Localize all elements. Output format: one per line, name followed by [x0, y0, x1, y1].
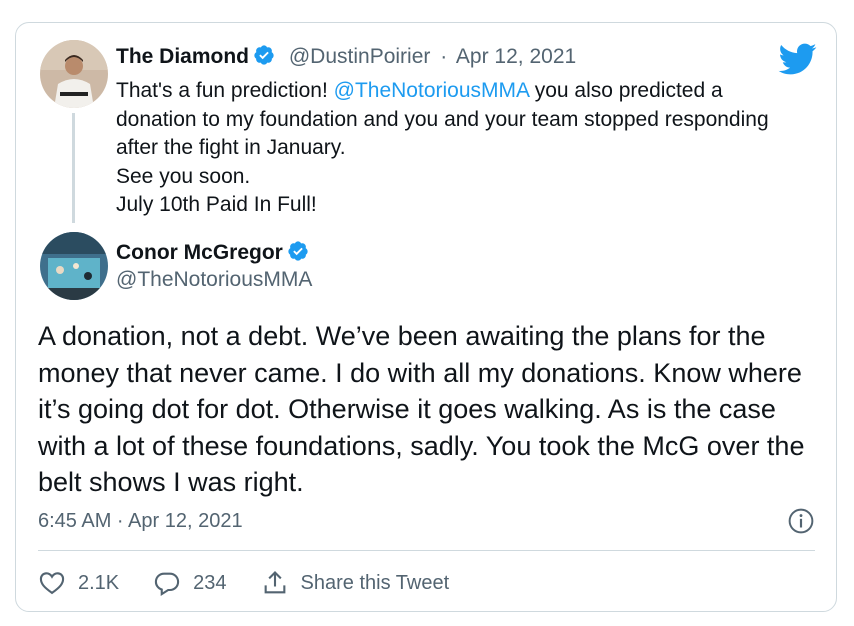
mention-link[interactable]: @TheNotoriousMMA — [334, 79, 529, 102]
quoted-text-part: That's a fun prediction! — [116, 79, 334, 102]
verified-badge-icon — [288, 241, 308, 261]
heart-icon — [39, 572, 65, 595]
info-icon[interactable] — [788, 508, 814, 534]
like-button[interactable]: 2.1K — [38, 569, 119, 597]
separator-dot: · — [440, 45, 448, 68]
reply-button[interactable]: 234 — [153, 569, 227, 597]
twitter-bird-icon[interactable] — [777, 42, 817, 76]
like-count: 2.1K — [78, 571, 120, 594]
divider — [38, 550, 815, 551]
quoted-text-line: July 10th Paid In Full! — [116, 193, 317, 216]
share-label: Share this Tweet — [300, 571, 450, 594]
share-button[interactable]: Share this Tweet — [261, 569, 450, 597]
reply-count: 234 — [193, 571, 227, 594]
quoted-tweet-header: The Diamond @DustinPoirier · Apr 12, 202… — [116, 44, 576, 69]
verified-badge-icon — [254, 45, 274, 65]
quoted-tweet-text: That's a fun prediction! @TheNotoriousMM… — [116, 77, 796, 220]
main-handle[interactable]: @TheNotoriousMMA — [116, 268, 312, 292]
thread-connector-line — [72, 113, 75, 223]
avatar-conor-mcgregor[interactable] — [40, 232, 108, 300]
quoted-handle[interactable]: @DustinPoirier — [289, 45, 431, 68]
reply-icon — [155, 572, 180, 596]
tweet-timestamp[interactable]: 6:45 AM · Apr 12, 2021 — [38, 510, 243, 533]
quoted-display-name[interactable]: The Diamond — [116, 45, 249, 68]
main-tweet-text: A donation, not a debt. We’ve been await… — [38, 321, 805, 497]
main-author: Conor McGregor — [116, 240, 309, 265]
quoted-date[interactable]: Apr 12, 2021 — [456, 45, 576, 68]
avatar-the-diamond[interactable] — [40, 40, 108, 108]
tweet-actions-bar: 2.1K 234 Share this Tweet — [38, 566, 483, 600]
main-display-name[interactable]: Conor McGregor — [116, 241, 283, 264]
quoted-text-line: See you soon. — [116, 164, 251, 188]
share-icon — [264, 571, 285, 594]
